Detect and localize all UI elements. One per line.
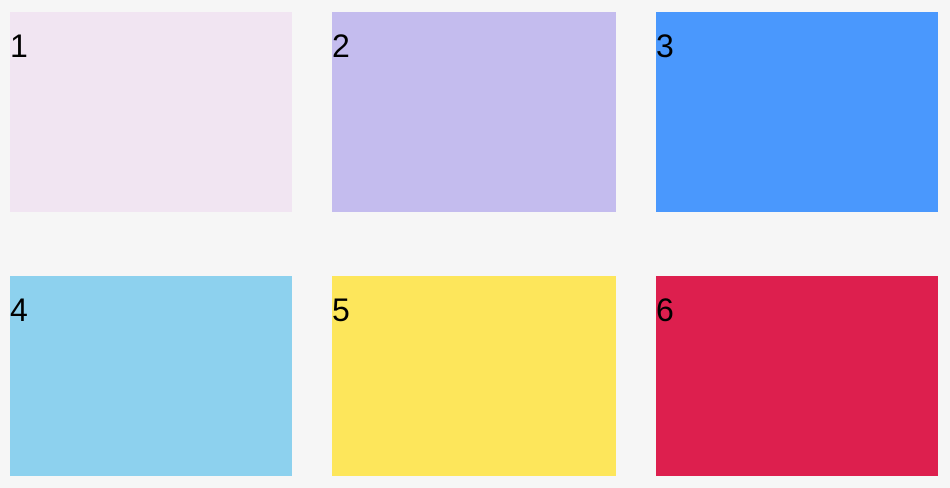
box-1: 1 xyxy=(10,12,292,212)
box-grid: 1 2 3 4 5 6 xyxy=(0,0,950,488)
box-4: 4 xyxy=(10,276,292,476)
box-2: 2 xyxy=(332,12,616,212)
box-5-label: 5 xyxy=(332,292,350,328)
box-4-label: 4 xyxy=(10,292,28,328)
box-3-label: 3 xyxy=(656,28,674,64)
box-6: 6 xyxy=(656,276,938,476)
box-6-label: 6 xyxy=(656,292,674,328)
box-1-label: 1 xyxy=(10,28,28,64)
box-3: 3 xyxy=(656,12,938,212)
box-2-label: 2 xyxy=(332,28,350,64)
box-5: 5 xyxy=(332,276,616,476)
